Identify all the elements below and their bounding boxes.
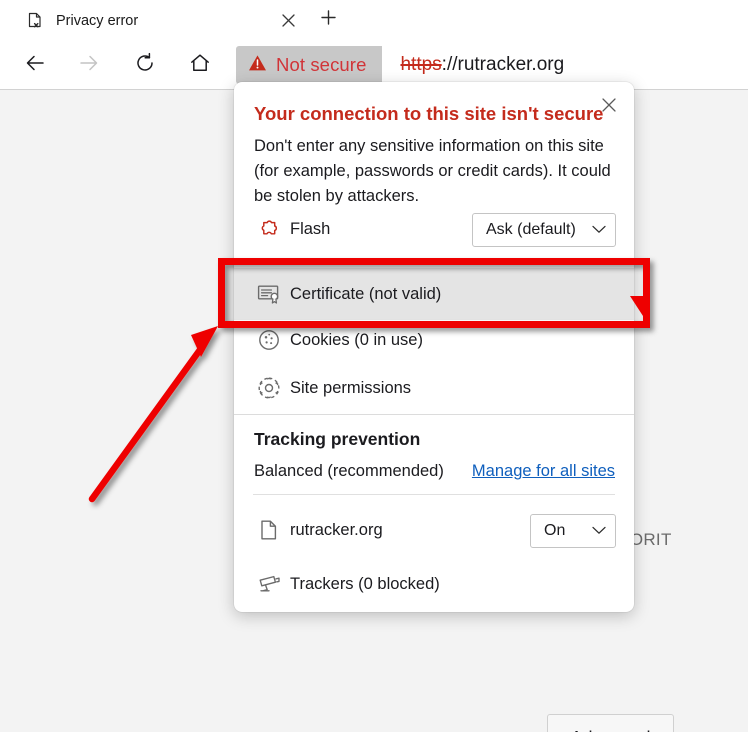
- forward-button[interactable]: [73, 49, 105, 81]
- popup-row-site-permissions-label: Site permissions: [290, 378, 412, 397]
- manage-for-all-sites-link[interactable]: Manage for all sites: [472, 462, 615, 481]
- flash-permission-dropdown[interactable]: Ask (default): [472, 213, 616, 247]
- advanced-button[interactable]: Advanced: [547, 714, 674, 732]
- arrow-right-icon: [78, 52, 100, 79]
- popup-row-site-permissions[interactable]: Site permissions: [234, 363, 634, 413]
- browser-tab[interactable]: Privacy error: [12, 1, 308, 40]
- url-scheme: https: [400, 54, 442, 75]
- arrow-left-icon: [24, 52, 46, 79]
- popup-row-flash[interactable]: Flash Ask (default): [234, 204, 634, 254]
- cookie-icon: [252, 327, 286, 353]
- home-icon: [189, 52, 211, 79]
- puzzle-piece-icon: [252, 216, 286, 242]
- back-button[interactable]: [19, 49, 51, 81]
- popup-title: Your connection to this site isn't secur…: [254, 103, 604, 124]
- popup-description: Don't enter any sensitive information on…: [254, 137, 611, 206]
- tab-title: Privacy error: [56, 12, 139, 29]
- site-tracking-dropdown[interactable]: On: [530, 514, 616, 548]
- popup-row-trackers[interactable]: Trackers (0 blocked): [234, 559, 634, 609]
- close-icon[interactable]: [274, 7, 302, 35]
- site-information-popup: Your connection to this site isn't secur…: [234, 82, 634, 612]
- popup-row-cookies[interactable]: Cookies (0 in use): [234, 315, 634, 365]
- url-rest: ://rutracker.org: [441, 54, 565, 75]
- popup-row-flash-label: Flash: [290, 219, 331, 238]
- security-badge-not-secure[interactable]: Not secure: [236, 46, 383, 84]
- tracking-prevention-level: Balanced (recommended): [254, 462, 444, 480]
- popup-row-trackers-label: Trackers (0 blocked): [290, 574, 440, 593]
- tab-strip: Privacy error: [0, 0, 748, 40]
- gear-icon: [252, 375, 286, 401]
- reload-button[interactable]: [129, 49, 161, 81]
- plus-icon: [320, 10, 336, 30]
- tracking-prevention-title: Tracking prevention: [254, 429, 421, 449]
- page-error-icon: [26, 12, 44, 30]
- chevron-down-icon: [592, 221, 606, 239]
- popup-row-site[interactable]: rutracker.org On: [234, 505, 634, 555]
- popup-divider-1: [234, 414, 634, 415]
- new-tab-button[interactable]: [312, 5, 344, 35]
- browser-window: Privacy error Not secure https://rutrack…: [0, 0, 748, 732]
- security-badge-label: Not secure: [276, 54, 367, 75]
- flash-permission-value: Ask (default): [486, 221, 576, 238]
- address-bar[interactable]: Not secure https://rutracker.org: [236, 45, 748, 85]
- site-tracking-value: On: [544, 522, 566, 539]
- certificate-icon: [252, 281, 286, 307]
- warning-triangle-icon: [248, 54, 267, 77]
- chevron-down-icon: [592, 522, 606, 540]
- home-button[interactable]: [184, 49, 216, 81]
- popup-row-certificate-label: Certificate (not valid): [290, 284, 442, 303]
- popup-divider-2: [253, 494, 615, 495]
- url-text[interactable]: https://rutracker.org: [400, 54, 564, 76]
- security-camera-icon: [252, 571, 286, 597]
- refresh-icon: [134, 52, 156, 79]
- popup-row-site-label: rutracker.org: [290, 520, 383, 539]
- popup-row-certificate[interactable]: Certificate (not valid): [234, 268, 634, 320]
- popup-row-cookies-label: Cookies (0 in use): [290, 330, 423, 349]
- page-icon: [252, 517, 286, 543]
